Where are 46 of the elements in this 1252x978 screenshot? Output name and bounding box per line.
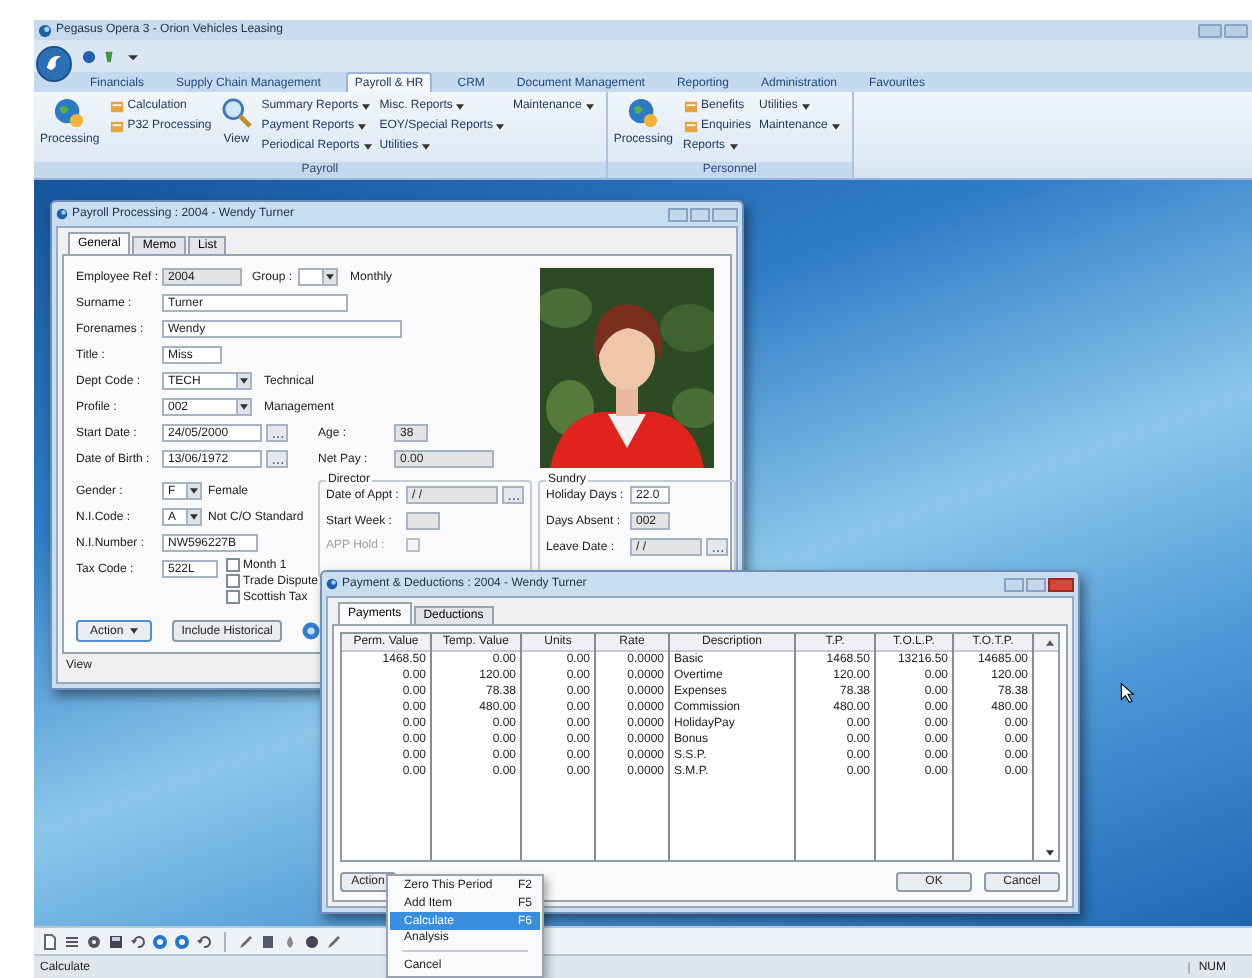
caret-icon [362, 103, 371, 109]
checkbox[interactable] [225, 558, 240, 572]
small-icon [683, 119, 697, 133]
caret-icon [422, 143, 431, 149]
caret-icon [363, 143, 372, 149]
app-icon [326, 578, 338, 590]
pen-icon[interactable] [238, 933, 254, 949]
magnifier-icon [221, 98, 252, 128]
refresh-icon[interactable] [196, 933, 212, 949]
input-field[interactable] [406, 512, 440, 530]
circle-icon[interactable] [152, 933, 168, 949]
scroll-down-icon[interactable] [1046, 850, 1054, 856]
caret-icon [585, 103, 594, 109]
disc-icon[interactable] [86, 933, 102, 949]
save-icon[interactable] [108, 933, 124, 949]
circle-icon[interactable] [174, 933, 190, 949]
caret-icon [129, 628, 138, 634]
list-icon[interactable] [64, 933, 80, 949]
app-menu-icon[interactable] [36, 46, 72, 82]
checkbox[interactable] [225, 574, 240, 588]
caret-icon [240, 378, 248, 384]
caret-icon [190, 488, 198, 494]
undo-icon[interactable] [130, 933, 146, 949]
caret-icon [831, 123, 840, 129]
caret-icon [190, 514, 198, 520]
dropdown-field[interactable] [298, 268, 339, 286]
cursor-icon [1120, 682, 1136, 704]
checkbox[interactable] [225, 590, 240, 604]
close-button[interactable] [1048, 577, 1074, 591]
scroll-up-icon[interactable] [1046, 639, 1054, 645]
app-icon [56, 208, 68, 220]
small-icon [683, 99, 697, 113]
small-icon [109, 119, 124, 133]
caret-icon [456, 103, 465, 109]
drop-icon[interactable] [282, 933, 298, 949]
caret-icon [240, 404, 248, 410]
caret-icon [326, 274, 335, 280]
caret-icon [496, 123, 505, 129]
page-icon[interactable] [42, 933, 58, 949]
caret-icon [729, 143, 738, 149]
caret-icon [801, 103, 810, 109]
caret-icon [358, 123, 367, 129]
app-icon [38, 23, 52, 37]
caret-icon[interactable] [128, 51, 138, 61]
small-icon [109, 99, 124, 113]
pen-icon[interactable] [326, 933, 342, 949]
